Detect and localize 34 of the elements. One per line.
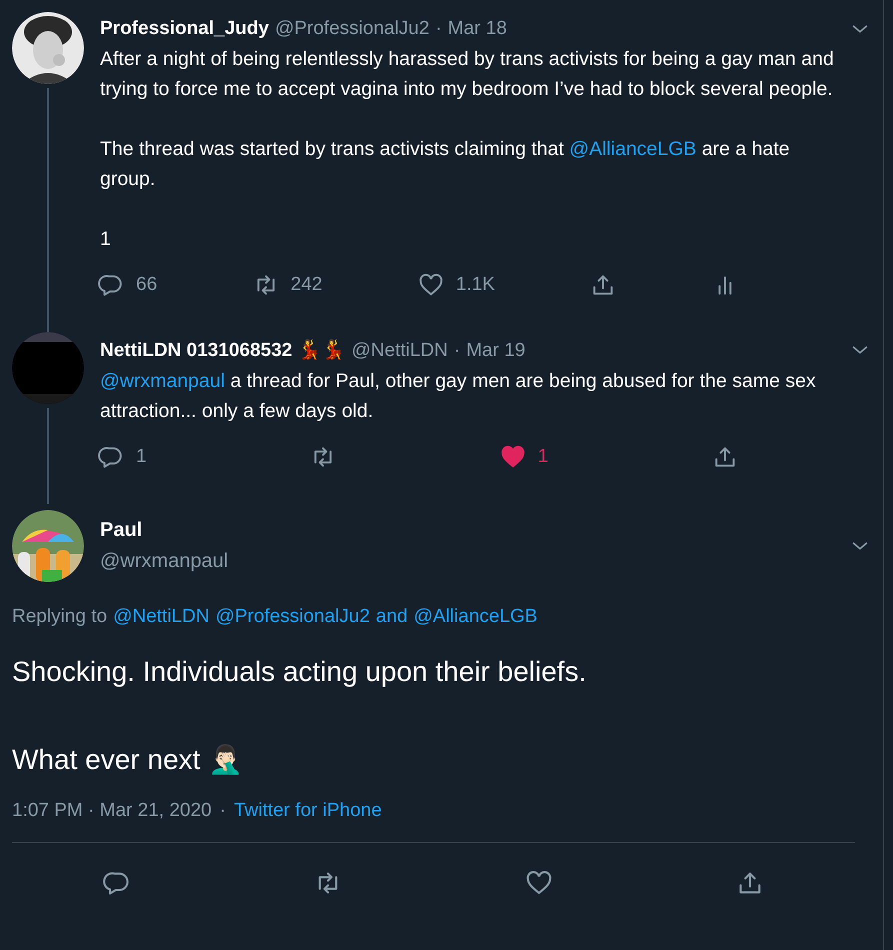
tweet-text: What ever next 🤦🏻‍♂ <box>12 743 244 777</box>
reply-icon <box>98 272 124 298</box>
retweet-button[interactable]: 242 <box>252 272 322 298</box>
user-handle: @wrxmanpaul <box>100 550 230 573</box>
reply-button[interactable]: 66 <box>98 272 158 298</box>
like-button[interactable]: 1.1K <box>418 272 495 298</box>
source-link[interactable]: Twitter for iPhone <box>234 800 382 822</box>
tweet-date[interactable]: Mar 19 <box>466 340 526 362</box>
reply-icon <box>98 444 124 470</box>
tweet-text: Shocking. Individuals acting upon their beliefs. <box>12 655 588 689</box>
mention-link[interactable]: @AllianceLGB <box>569 138 696 160</box>
tweet-text: The thread was started by trans activists claiming that @AllianceLGB are a hate group. <box>100 137 791 192</box>
mention-link[interactable]: @wrxmanpaul <box>100 370 225 392</box>
mention-link[interactable]: @ProfessionalJu2 <box>215 606 370 628</box>
mention-link[interactable]: @AllianceLGB <box>414 606 538 628</box>
user-handle: @NettiLDN <box>352 340 448 362</box>
like-button[interactable]: 1 <box>500 444 548 470</box>
tweet-text: After a night of being relentlessly harassed by trans activists for being a gay man and trying to force me to accept vagina into my bedroom I’ve had to block several people. <box>100 47 835 102</box>
dot-separator: · <box>435 18 442 40</box>
tweet-text: 1 <box>100 227 112 252</box>
display-name[interactable]: NettiLDN 0131068532 💃💃 <box>100 338 346 362</box>
reply-button[interactable]: 1 <box>98 444 147 470</box>
heart-icon[interactable] <box>524 869 553 897</box>
display-name[interactable]: Professional_Judy <box>100 18 269 40</box>
mention-link[interactable]: @NettiLDN <box>113 606 210 628</box>
replying-label: Replying to <box>12 606 108 628</box>
dot-separator: · <box>220 800 226 822</box>
mention-conjunction: and <box>376 606 408 628</box>
tweet-timestamp: 1:07 PM · Mar 21, 2020 <box>12 800 212 822</box>
dot-separator: · <box>454 340 460 362</box>
tweet-text: @wrxmanpaul a thread for Paul, other gay men are being abused for the same sex attraction... only a few days old. <box>100 369 817 424</box>
tweet-date[interactable]: Mar 18 <box>448 18 507 40</box>
user-handle: @ProfessionalJu2 <box>274 18 430 40</box>
display-name[interactable]: Paul <box>100 519 833 542</box>
